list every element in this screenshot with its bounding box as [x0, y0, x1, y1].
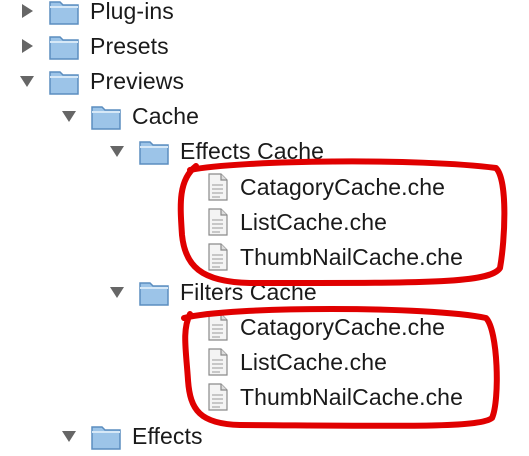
tree-row-plug-ins[interactable]: Plug-ins: [18, 0, 174, 28]
tree-row-label: ThumbNailCache.che: [240, 383, 463, 410]
tree-row-label: Filters Cache: [180, 278, 317, 305]
tree-row-label: CatagoryCache.che: [240, 313, 445, 340]
folder-icon: [48, 0, 80, 26]
tree-row-label: CatagoryCache.che: [240, 173, 445, 200]
tree-row-filters-cache[interactable]: Filters Cache: [108, 275, 317, 309]
tree-row-effects[interactable]: Effects: [60, 419, 203, 453]
tree-row-file[interactable]: CatagoryCache.che: [206, 170, 445, 204]
disclosure-triangle-down-icon[interactable]: [60, 427, 78, 445]
folder-icon: [90, 421, 122, 451]
document-icon: [206, 347, 230, 377]
folder-icon: [138, 277, 170, 307]
tree-row-presets[interactable]: Presets: [18, 29, 169, 63]
document-icon: [206, 382, 230, 412]
disclosure-triangle-right-icon[interactable]: [18, 2, 36, 20]
disclosure-triangle-right-icon[interactable]: [18, 37, 36, 55]
tree-row-label: ListCache.che: [240, 348, 388, 375]
disclosure-triangle-down-icon[interactable]: [60, 107, 78, 125]
tree-row-label: ListCache.che: [240, 208, 388, 235]
folder-icon: [138, 136, 170, 166]
disclosure-triangle-down-icon[interactable]: [108, 142, 126, 160]
tree-row-label: Plug-ins: [90, 0, 174, 24]
tree-row-previews[interactable]: Previews: [18, 64, 184, 98]
tree-row-label: Previews: [90, 67, 185, 94]
folder-icon: [48, 31, 80, 61]
tree-row-file[interactable]: ListCache.che: [206, 345, 387, 379]
tree-row-file[interactable]: ThumbNailCache.che: [206, 240, 463, 274]
folder-icon: [48, 66, 80, 96]
disclosure-triangle-down-icon[interactable]: [18, 72, 36, 90]
tree-row-cache[interactable]: Cache: [60, 99, 199, 133]
tree-row-label: Presets: [90, 32, 169, 59]
tree-row-label: Effects Cache: [180, 137, 325, 164]
tree-row-file[interactable]: ListCache.che: [206, 205, 387, 239]
document-icon: [206, 242, 230, 272]
tree-row-label: ThumbNailCache.che: [240, 243, 463, 270]
tree-row-label: Effects: [132, 422, 203, 449]
folder-icon: [90, 101, 122, 131]
tree-row-effects-cache[interactable]: Effects Cache: [108, 134, 324, 168]
disclosure-triangle-down-icon[interactable]: [108, 283, 126, 301]
document-icon: [206, 172, 230, 202]
document-icon: [206, 312, 230, 342]
tree-row-file[interactable]: CatagoryCache.che: [206, 310, 445, 344]
tree-row-label: Cache: [132, 102, 199, 129]
document-icon: [206, 207, 230, 237]
tree-row-file[interactable]: ThumbNailCache.che: [206, 380, 463, 414]
